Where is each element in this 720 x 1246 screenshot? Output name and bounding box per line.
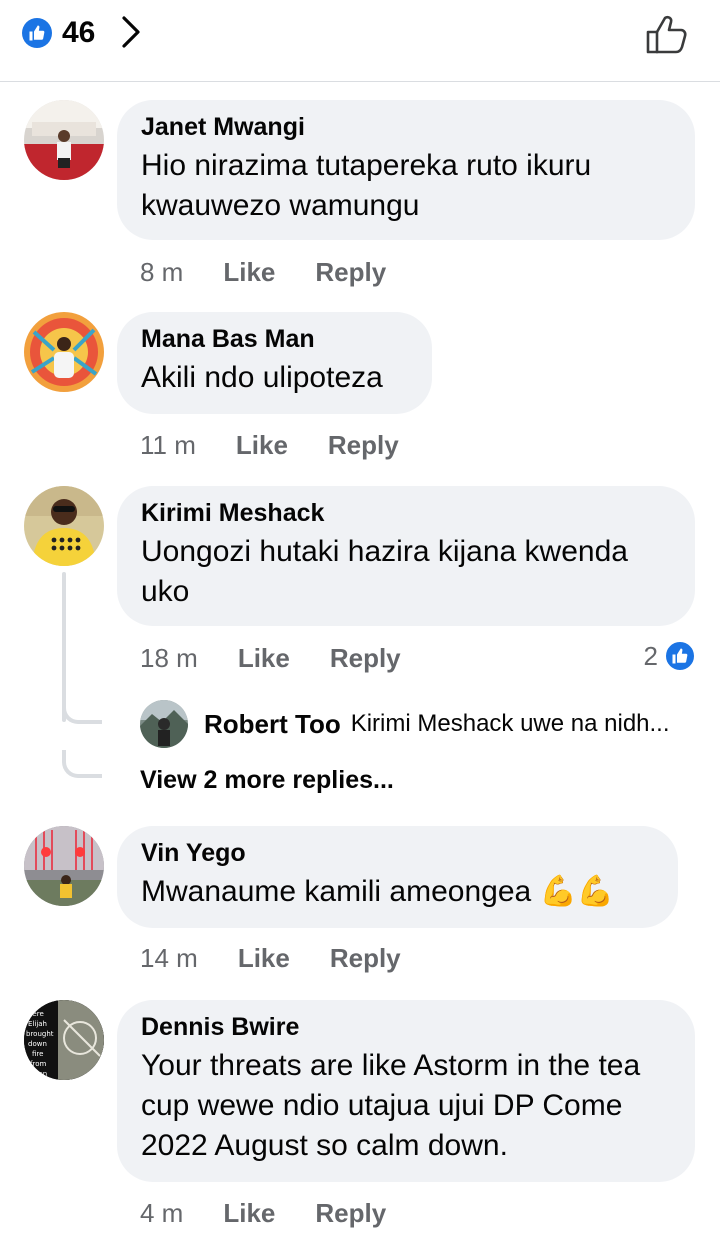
thread-connector	[62, 750, 102, 778]
avatar[interactable]: here Elijah brought down fire from hen	[24, 1000, 104, 1080]
thumbs-up-outline-icon[interactable]	[644, 12, 690, 56]
comment-text: Uongozi hutaki hazira kijana kwenda uko	[141, 535, 628, 608]
like-button[interactable]: Like	[223, 1197, 275, 1229]
comment-actions: 8 m Like Reply	[140, 256, 386, 288]
svg-text:here: here	[28, 1010, 44, 1018]
comment-text: Hio nirazima tutapereka ruto ikuru kwauw…	[141, 149, 592, 222]
like-button[interactable]: Like	[223, 256, 275, 288]
comment-author[interactable]: Kirimi Meshack	[141, 498, 671, 528]
comment-time: 8 m	[140, 257, 184, 287]
flexed-biceps-emoji: 💪💪	[539, 875, 615, 908]
comment-time: 14 m	[140, 943, 198, 973]
reaction-count[interactable]: 2	[644, 640, 696, 672]
thread-connector	[62, 696, 102, 724]
like-badge-icon[interactable]	[22, 18, 52, 48]
comment-text-body: Mwanaume kamili ameongea	[141, 875, 532, 908]
svg-text:fire: fire	[32, 1050, 43, 1058]
reaction-count-number: 2	[643, 640, 658, 671]
reply-button[interactable]: Reply	[330, 642, 401, 674]
comment-author[interactable]: Vin Yego	[141, 838, 654, 868]
comment-author[interactable]: Mana Bas Man	[141, 324, 408, 354]
reply-button[interactable]: Reply	[315, 1197, 386, 1229]
avatar[interactable]	[24, 826, 104, 906]
comment-text: Your threats are like Astorm in the tea …	[141, 1049, 641, 1162]
comment-actions: 14 m Like Reply	[140, 942, 401, 974]
svg-text:from: from	[30, 1060, 46, 1068]
reply-text: Kirimi Meshack uwe na nidh...	[350, 710, 670, 737]
reply-button[interactable]: Reply	[330, 942, 401, 974]
comment-bubble[interactable]: Kirimi Meshack Uongozi hutaki hazira kij…	[117, 486, 695, 626]
reply-preview[interactable]: Robert Too Kirimi Meshack uwe na nidh...	[140, 700, 670, 748]
svg-text:hen: hen	[34, 1070, 47, 1078]
comment-actions: 11 m Like Reply	[140, 429, 399, 461]
svg-text:Elijah: Elijah	[28, 1020, 47, 1028]
comment-time: 4 m	[140, 1198, 184, 1228]
comment-bubble[interactable]: Janet Mwangi Hio nirazima tutapereka rut…	[117, 100, 695, 240]
comment-author[interactable]: Dennis Bwire	[141, 1012, 671, 1042]
chevron-right-icon[interactable]	[118, 14, 144, 50]
comment-time: 11 m	[140, 430, 196, 460]
avatar[interactable]	[24, 100, 104, 180]
comment-bubble[interactable]: Mana Bas Man Akili ndo ulipoteza	[117, 312, 432, 414]
avatar[interactable]	[24, 486, 104, 566]
reply-button[interactable]: Reply	[315, 256, 386, 288]
like-button[interactable]: Like	[236, 429, 288, 461]
comment-text: Akili ndo ulipoteza	[141, 361, 383, 394]
like-button[interactable]: Like	[238, 942, 290, 974]
like-button[interactable]: Like	[238, 642, 290, 674]
reply-author[interactable]: Robert Too	[204, 709, 341, 740]
comment-bubble[interactable]: Vin Yego Mwanaume kamili ameongea 💪💪	[117, 826, 678, 928]
like-badge-icon	[664, 640, 696, 672]
comment-text: Mwanaume kamili ameongea 💪💪	[141, 872, 654, 912]
svg-text:brought: brought	[26, 1030, 54, 1038]
avatar[interactable]	[24, 312, 104, 392]
comment-bubble[interactable]: Dennis Bwire Your threats are like Astor…	[117, 1000, 695, 1182]
comment-actions: 4 m Like Reply	[140, 1197, 386, 1229]
reactions-header: 46	[0, 0, 720, 82]
comment-author[interactable]: Janet Mwangi	[141, 112, 671, 142]
avatar[interactable]	[140, 700, 188, 748]
svg-text:down: down	[28, 1040, 47, 1048]
comment-time: 18 m	[140, 643, 198, 673]
like-count[interactable]: 46	[62, 14, 95, 52]
view-more-replies-link[interactable]: View 2 more replies...	[140, 764, 394, 796]
comment-actions: 18 m Like Reply	[140, 642, 401, 674]
reply-button[interactable]: Reply	[328, 429, 399, 461]
